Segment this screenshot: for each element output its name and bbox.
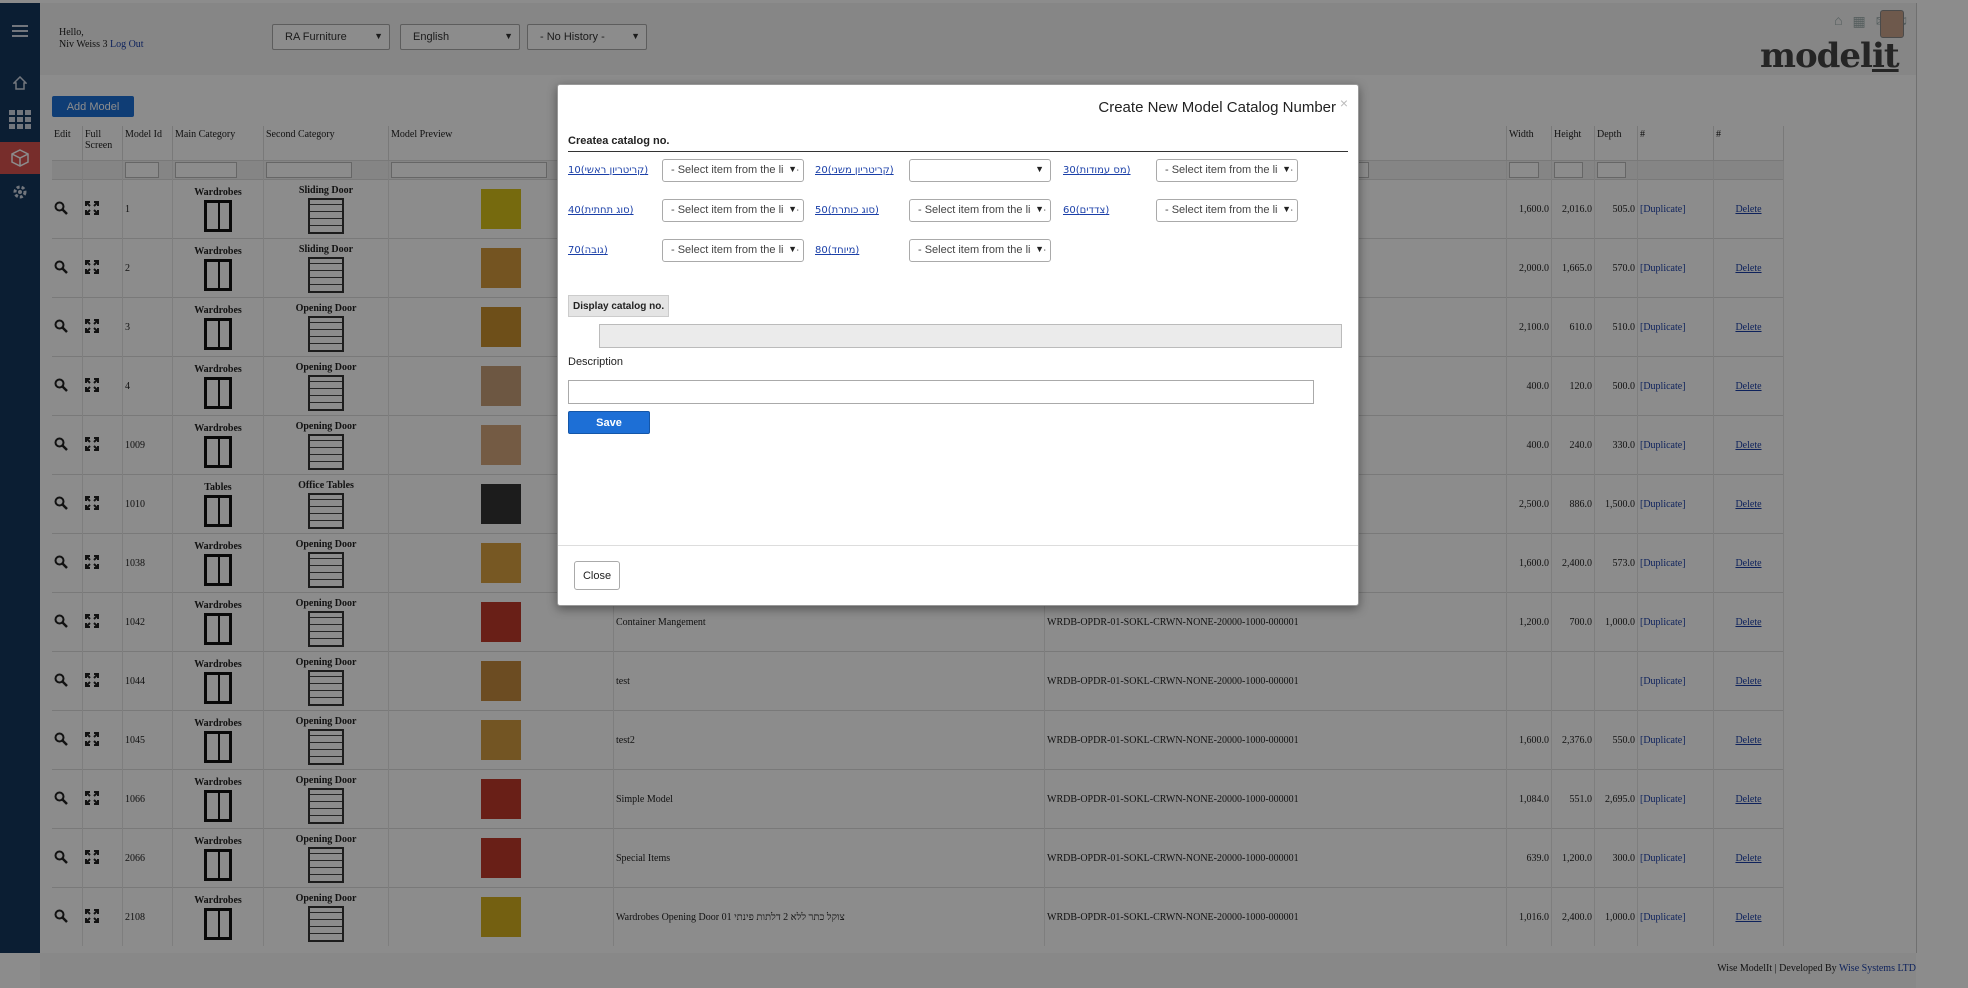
modal-footer-divider <box>558 545 1358 546</box>
criteria-select-70[interactable]: - Select item from the list - ▼ <box>662 239 804 262</box>
chevron-down-icon: ▼ <box>784 164 797 174</box>
create-catalog-modal: Create New Model Catalog Number × Create… <box>557 84 1359 606</box>
criteria-select-60[interactable]: - Select item from the list - ▼ <box>1156 199 1298 222</box>
display-catalog-button[interactable]: Display catalog no. <box>568 295 670 317</box>
criteria-select-value: - Select item from the list - <box>671 244 799 256</box>
criteria-select-value: - Select item from the list - <box>1165 204 1293 216</box>
modal-title: Create New Model Catalog Number <box>1098 99 1336 116</box>
criteria-label-40[interactable]: 40(סוג תחתית) <box>568 205 634 216</box>
criteria-select-value: - Select item from the list - <box>671 164 799 176</box>
criteria-select-10[interactable]: - Select item from the list - ▼ <box>662 159 804 182</box>
chevron-down-icon: ▼ <box>1031 244 1044 254</box>
app-frame: Hello, Niv Weiss 3 Log Out RA Furniture ▼… <box>0 0 1968 988</box>
chevron-down-icon: ▼ <box>1278 164 1291 174</box>
chevron-down-icon: ▼ <box>1278 204 1291 214</box>
criteria-label-80[interactable]: 80(מיוחד) <box>815 245 859 256</box>
criteria-select-value: - Select item from the list - <box>1165 164 1293 176</box>
chevron-down-icon: ▼ <box>1031 204 1044 214</box>
criteria-select-value: - Select item from the list - <box>671 204 799 216</box>
criteria-label-60[interactable]: 60(צדדים) <box>1063 205 1109 216</box>
criteria-label-50[interactable]: 50(סוג כותרת) <box>815 205 879 216</box>
criteria-label-20[interactable]: 20(קריטריון משני) <box>815 165 894 176</box>
close-button[interactable]: Close <box>574 561 620 590</box>
criteria-label-30[interactable]: 30(מס עמודות) <box>1063 165 1131 176</box>
criteria-select-80[interactable]: - Select item from the list - ▼ <box>909 239 1051 262</box>
description-textarea[interactable] <box>568 380 1314 404</box>
description-label: Description <box>568 356 624 368</box>
criteria-select-40[interactable]: - Select item from the list - ▼ <box>662 199 804 222</box>
criteria-select-value: - Select item from the list - <box>918 244 1046 256</box>
criteria-label-10[interactable]: 10(קריטריון ראשי) <box>568 165 648 176</box>
catalog-number-field <box>599 324 1342 348</box>
criteria-select-30[interactable]: - Select item from the list - ▼ <box>1156 159 1298 182</box>
close-icon[interactable]: × <box>1340 95 1348 111</box>
chevron-down-icon: ▼ <box>784 204 797 214</box>
save-button[interactable]: Save <box>568 411 650 434</box>
criteria-label-70[interactable]: 70(גובה) <box>568 245 608 256</box>
chevron-down-icon: ▼ <box>784 244 797 254</box>
criteria-select-50[interactable]: - Select item from the list - ▼ <box>909 199 1051 222</box>
criteria-select-20[interactable]: ▼ <box>909 159 1051 182</box>
chevron-down-icon: ▼ <box>1031 164 1044 174</box>
criteria-select-value: - Select item from the list - <box>918 204 1046 216</box>
section-title: Createa catalog no. <box>568 135 1348 152</box>
